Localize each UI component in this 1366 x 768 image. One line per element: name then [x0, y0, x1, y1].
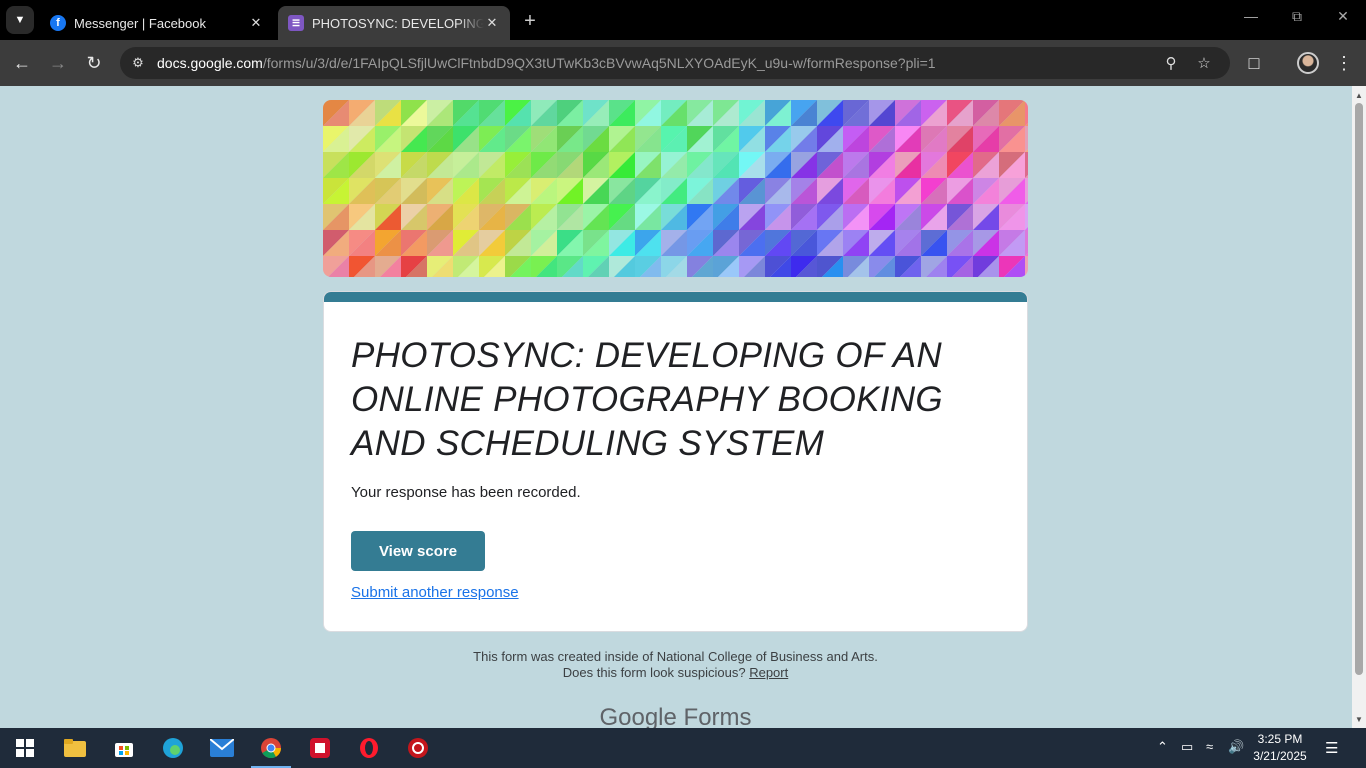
mail-icon[interactable] — [207, 733, 237, 763]
show-hidden-icons-icon[interactable]: ⌃ — [1157, 739, 1168, 755]
file-explorer-icon[interactable] — [60, 733, 90, 763]
tab-title: PHOTOSYNC: DEVELOPING OF AN ONLINE PHOTO… — [312, 15, 484, 31]
suspicious-text: Does this form look suspicious? — [562, 665, 746, 680]
back-icon[interactable]: ← — [10, 51, 34, 75]
reload-icon[interactable]: ↻ — [82, 51, 106, 75]
zoom-icon[interactable]: ⚲ — [1161, 53, 1181, 73]
page-content: PHOTOSYNC: DEVELOPING OF AN ONLINE PHOTO… — [0, 86, 1352, 728]
menu-kebab-icon[interactable]: ⋮ — [1332, 51, 1356, 75]
gaming-app-icon[interactable] — [403, 733, 433, 763]
close-tab-icon[interactable]: ✕ — [248, 15, 264, 31]
close-tab-icon[interactable]: ✕ — [484, 15, 500, 31]
microsoft-store-icon[interactable] — [109, 733, 139, 763]
restore-icon[interactable]: ⧉ — [1282, 8, 1312, 25]
opera-browser-icon[interactable] — [354, 733, 384, 763]
report-link[interactable]: Report — [749, 665, 788, 680]
windows-taskbar: ⌃ ▭ ≈ 🔊 3:25 PM 3/21/2025 ☰ — [0, 728, 1366, 768]
windows-start-icon[interactable] — [10, 733, 40, 763]
tab-search-chevron-icon[interactable]: ▼ — [6, 6, 34, 34]
taskbar-clock[interactable]: 3:25 PM 3/21/2025 — [1240, 731, 1320, 765]
new-tab-icon[interactable]: + — [518, 9, 542, 33]
created-inside-note: This form was created inside of National… — [473, 649, 878, 664]
battery-icon[interactable]: ▭ — [1181, 739, 1193, 755]
tab-photosync-form[interactable]: ☰ PHOTOSYNC: DEVELOPING OF AN ONLINE PHO… — [278, 6, 510, 40]
google-forms-logo: Google Forms — [599, 704, 752, 728]
edge-browser-icon[interactable] — [158, 733, 188, 763]
url-text[interactable]: docs.google.com/forms/u/3/d/e/1FAIpQLSfj… — [157, 55, 936, 71]
scrollbar-thumb[interactable] — [1355, 103, 1363, 675]
minimize-icon[interactable]: — — [1236, 8, 1266, 24]
browser-toolbar: ← → ↻ ⚙ docs.google.com/forms/u/3/d/e/1F… — [0, 40, 1366, 86]
view-score-button[interactable]: View score — [351, 531, 485, 571]
form-title: PHOTOSYNC: DEVELOPING OF AN ONLINE PHOTO… — [351, 336, 943, 463]
page-scrollbar[interactable]: ▲ ▼ — [1352, 86, 1366, 728]
close-window-icon[interactable]: ✕ — [1328, 8, 1358, 25]
tab-title: Messenger | Facebook — [74, 15, 206, 31]
google-forms-icon: ☰ — [288, 15, 304, 31]
facebook-icon: f — [50, 15, 66, 31]
profile-avatar[interactable] — [1297, 52, 1319, 74]
extensions-icon[interactable]: □ — [1242, 51, 1266, 75]
wifi-icon[interactable]: ≈ — [1206, 739, 1213, 754]
confirmation-message: Your response has been recorded. — [351, 484, 581, 501]
site-settings-icon[interactable]: ⚙ — [128, 53, 148, 73]
clock-time: 3:25 PM — [1257, 732, 1303, 746]
tab-messenger[interactable]: f Messenger | Facebook ✕ — [40, 6, 274, 40]
notifications-icon[interactable]: ☰ — [1325, 739, 1338, 757]
suspicious-note: Does this form look suspicious? Report — [323, 665, 1028, 680]
chrome-icon[interactable] — [256, 733, 286, 763]
confirmation-card: PHOTOSYNC: DEVELOPING OF AN ONLINE PHOTO… — [323, 291, 1028, 632]
forward-icon[interactable]: → — [46, 51, 70, 75]
form-header-banner — [323, 100, 1028, 277]
submit-another-response-link[interactable]: Submit another response — [351, 584, 519, 601]
card-accent-bar — [324, 292, 1027, 302]
tab-strip: ▼ f Messenger | Facebook ✕ ☰ PHOTOSYNC: … — [0, 0, 1366, 40]
game-launcher-icon[interactable] — [305, 733, 335, 763]
bookmark-star-icon[interactable]: ☆ — [1194, 53, 1214, 73]
clock-date: 3/21/2025 — [1253, 749, 1307, 763]
scroll-up-icon[interactable]: ▲ — [1352, 88, 1366, 102]
address-bar[interactable]: ⚙ docs.google.com/forms/u/3/d/e/1FAIpQLS… — [120, 47, 1230, 79]
scroll-down-icon[interactable]: ▼ — [1352, 712, 1366, 726]
